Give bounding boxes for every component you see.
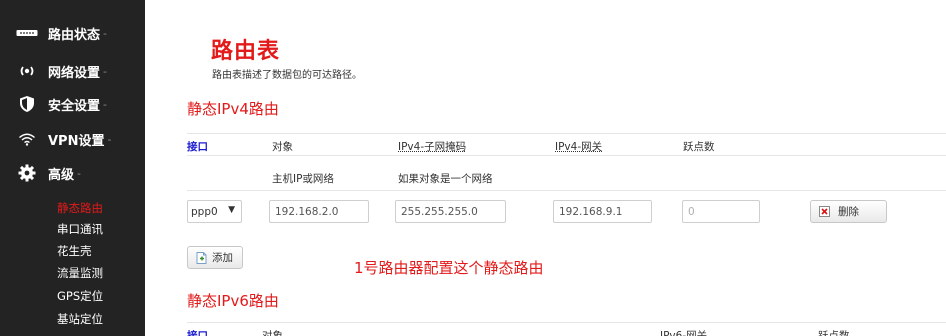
sidebar-item-label: 高级 xyxy=(48,164,74,183)
gateway-input[interactable]: 192.168.9.1 xyxy=(553,200,652,223)
annotation-text: 1号路由器配置这个静态路由 xyxy=(354,257,544,278)
sidebar-item-advanced[interactable]: 高级 - xyxy=(0,161,145,185)
hint-target: 主机IP或网络 xyxy=(272,171,334,186)
add-button[interactable]: 添加 xyxy=(187,246,243,269)
caret-icon: - xyxy=(107,133,111,146)
chevron-down-icon: ▼ xyxy=(228,205,235,215)
subitem-gps[interactable]: GPS定位 xyxy=(57,288,103,304)
shield-icon xyxy=(12,94,42,114)
page-title: 路由表 xyxy=(211,33,280,65)
delete-button-label: 删除 xyxy=(838,204,859,219)
interface-select[interactable]: ppp0 ▼ xyxy=(187,200,242,223)
status-icon xyxy=(12,23,42,43)
sidebar-item-security[interactable]: 安全设置 - xyxy=(0,92,145,116)
app-window: 路由状态 - 网络设置 - 安全设置 - VPN设置 - 高级 - 静态路由 串… xyxy=(0,0,946,336)
ipv4-table-header: 接口 对象 IPv4-子网掩码 IPv4-网关 跃点数 xyxy=(187,133,946,156)
netmask-input[interactable]: 255.255.255.0 xyxy=(395,200,506,223)
page-description: 路由表描述了数据包的可达路径。 xyxy=(212,66,362,81)
col-gateway: IPv4-网关 xyxy=(555,139,602,154)
col-target: 对象 xyxy=(262,328,283,336)
ipv4-section-title: 静态IPv4路由 xyxy=(187,98,279,119)
ipv6-table-header: 接口 对象 IPv6-网关 跃点数 xyxy=(187,322,946,336)
delete-icon xyxy=(819,206,830,217)
col-metric: 跃点数 xyxy=(818,328,850,336)
col-interface[interactable]: 接口 xyxy=(187,328,208,336)
interface-select-value: ppp0 xyxy=(191,206,218,218)
subitem-oray[interactable]: 花生壳 xyxy=(57,243,92,259)
delete-button[interactable]: 删除 xyxy=(810,200,887,223)
subitem-serial[interactable]: 串口通讯 xyxy=(57,221,103,237)
add-icon xyxy=(196,252,207,264)
subitem-cell-location[interactable]: 基站定位 xyxy=(57,311,103,327)
caret-icon: - xyxy=(103,98,107,111)
gear-icon xyxy=(12,163,42,183)
add-button-label: 添加 xyxy=(212,250,233,265)
col-interface[interactable]: 接口 xyxy=(187,139,208,154)
subitem-static-route[interactable]: 静态路由 xyxy=(57,200,103,216)
hint-netmask: 如果对象是一个网络 xyxy=(398,171,493,186)
sidebar-item-label: 路由状态 xyxy=(48,24,100,43)
subitem-traffic[interactable]: 流量监测 xyxy=(57,265,103,281)
sidebar-item-label: VPN设置 xyxy=(48,130,104,149)
col-gateway: IPv6-网关 xyxy=(660,328,707,336)
row-divider xyxy=(187,190,946,191)
caret-icon: - xyxy=(77,167,81,180)
ipv6-section-title: 静态IPv6路由 xyxy=(187,290,279,311)
sidebar-item-vpn[interactable]: VPN设置 - xyxy=(0,127,145,151)
sidebar-item-status[interactable]: 路由状态 - xyxy=(0,21,145,45)
sidebar-item-label: 网络设置 xyxy=(48,62,100,81)
sidebar-item-network[interactable]: 网络设置 - xyxy=(0,59,145,83)
caret-icon: - xyxy=(103,27,107,40)
col-target: 对象 xyxy=(272,139,293,154)
metric-input[interactable]: 0 xyxy=(682,200,760,223)
caret-icon: - xyxy=(103,65,107,78)
network-icon xyxy=(12,61,42,81)
target-input[interactable]: 192.168.2.0 xyxy=(269,200,369,223)
vpn-icon xyxy=(12,129,42,149)
sidebar: 路由状态 - 网络设置 - 安全设置 - VPN设置 - 高级 - 静态路由 串… xyxy=(0,0,145,336)
main-content: 路由表 路由表描述了数据包的可达路径。 静态IPv4路由 接口 对象 IPv4-… xyxy=(145,0,946,336)
sidebar-item-label: 安全设置 xyxy=(48,95,100,114)
col-metric: 跃点数 xyxy=(683,139,715,154)
col-netmask: IPv4-子网掩码 xyxy=(398,139,466,154)
